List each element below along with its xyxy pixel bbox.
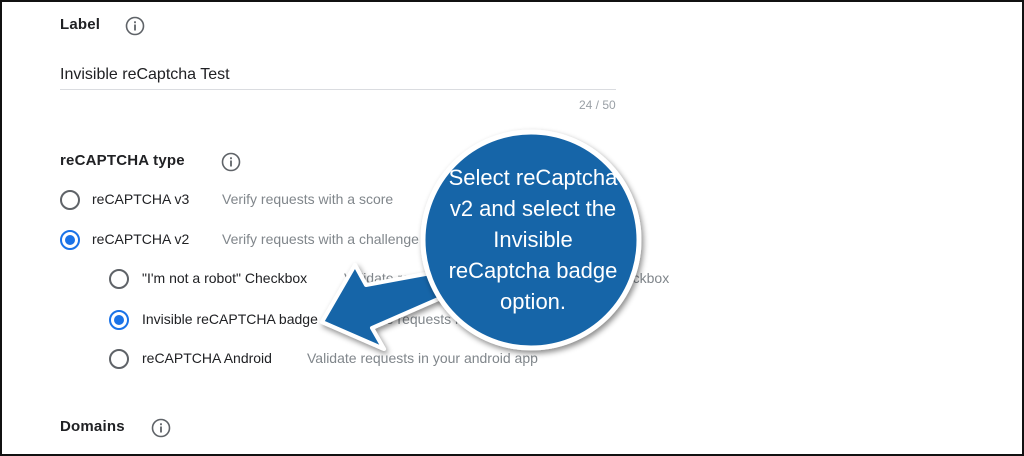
callout-line: Select reCaptcha [448,165,618,190]
callout-line: reCaptcha badge [448,258,618,283]
callout-line: Invisible [493,227,573,252]
callout-text: Select reCaptcha v2 and select the Invis… [430,162,636,317]
callout-line: v2 and select the [449,196,617,221]
callout-line: option. [499,289,567,314]
